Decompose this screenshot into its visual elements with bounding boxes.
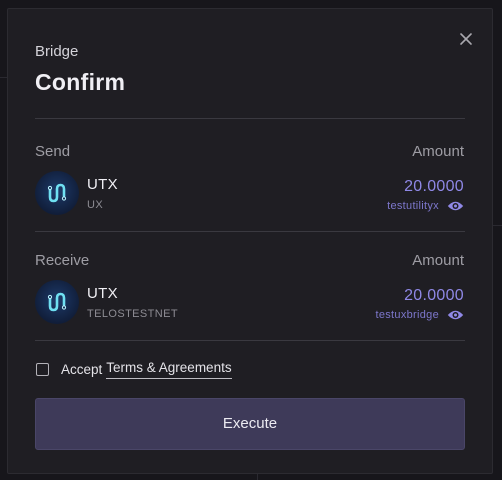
header-divider (35, 118, 465, 119)
execute-button[interactable]: Execute (35, 398, 465, 450)
section-divider (35, 231, 465, 232)
receive-token-chain: TELOSTESTNET (87, 308, 178, 320)
backdrop-divider (257, 474, 258, 480)
receive-amount-label: Amount (412, 252, 464, 269)
modal-kicker: Bridge (35, 43, 79, 60)
terms-link[interactable]: Terms & Agreements (106, 360, 232, 379)
send-account-row: testutilityx (387, 198, 464, 214)
close-button[interactable] (458, 31, 474, 47)
eye-icon[interactable] (447, 309, 464, 321)
receive-label: Receive (35, 252, 90, 269)
receive-token-logo (35, 280, 79, 324)
receive-amount-value: 20.0000 (404, 287, 464, 304)
backdrop-divider (493, 225, 502, 226)
send-amount-value: 20.0000 (404, 178, 464, 195)
accept-label: Accept (61, 361, 103, 377)
send-account-name: testutilityx (387, 200, 439, 212)
receive-account-row: testuxbridge (375, 307, 464, 323)
utx-logo-icon (35, 280, 79, 324)
send-label: Send (35, 143, 71, 160)
utx-logo-icon (35, 171, 79, 215)
receive-account-name: testuxbridge (375, 309, 439, 321)
terms-row: Accept Terms & Agreements (36, 359, 232, 379)
send-token-symbol: UTX (87, 176, 118, 193)
send-token-chain: UX (87, 199, 104, 211)
close-icon (460, 33, 472, 45)
modal-title: Confirm (35, 69, 126, 95)
section-divider (35, 340, 465, 341)
accept-terms-checkbox[interactable] (36, 362, 49, 376)
receive-token-symbol: UTX (87, 285, 118, 302)
backdrop-divider (0, 77, 7, 78)
send-amount-label: Amount (412, 143, 464, 160)
eye-icon[interactable] (447, 200, 464, 212)
confirm-modal: Bridge Confirm Send Amount UTX UX 20.000… (7, 8, 493, 474)
send-token-logo (35, 171, 79, 215)
